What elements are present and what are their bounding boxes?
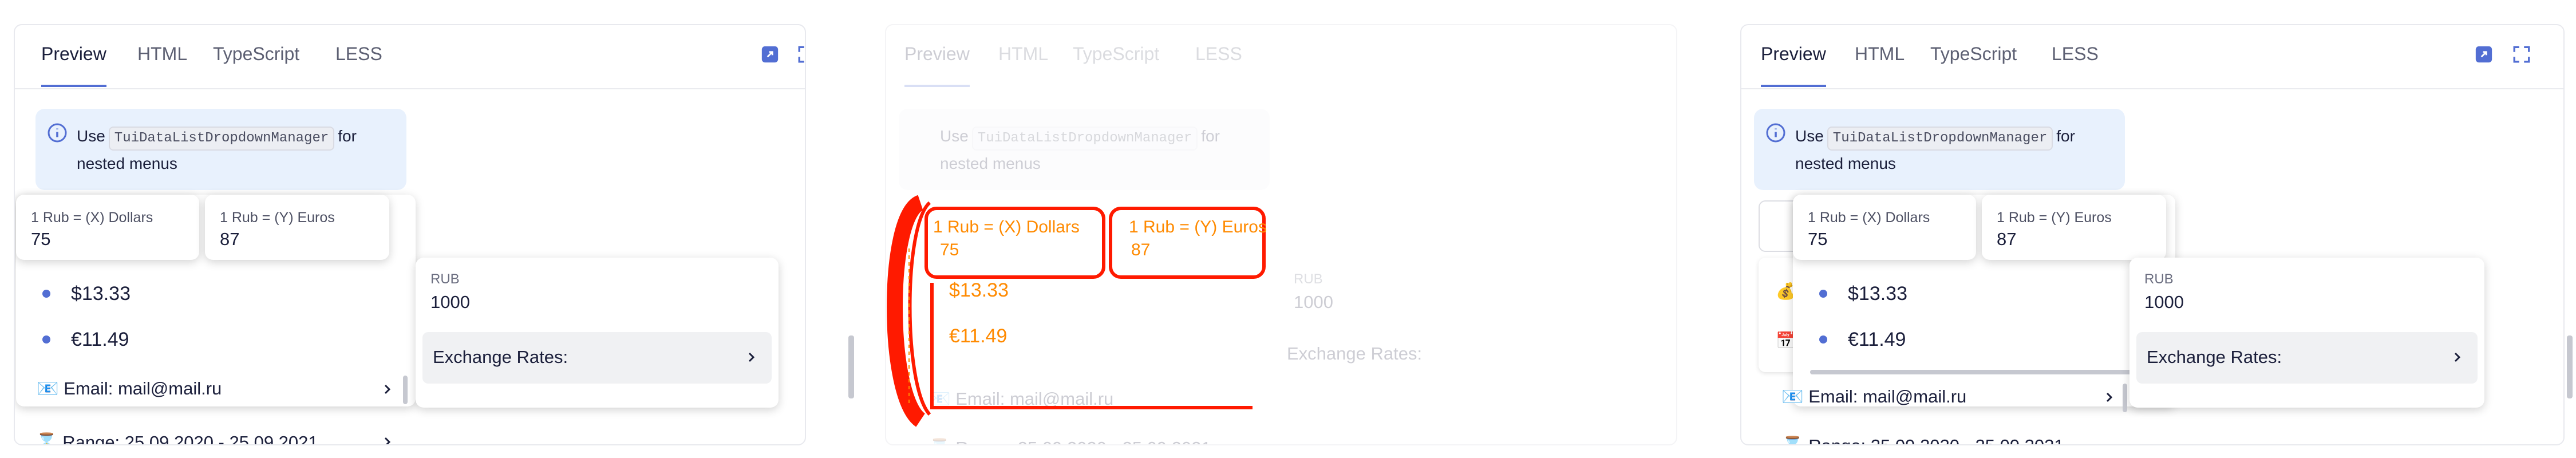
dollars-rate-field[interactable]: 1 Rub = (X) Dollars 75 xyxy=(16,195,199,260)
demo-panel-right: Preview HTML TypeScript LESS Use TuiDataL… xyxy=(1740,24,2565,445)
tab-html[interactable]: HTML xyxy=(137,44,187,89)
expand-icon[interactable] xyxy=(2512,45,2531,64)
tab-html[interactable]: HTML xyxy=(1855,44,1905,89)
demo-panel-middle: Preview HTML TypeScript LESS Use TuiDataL… xyxy=(885,24,1677,445)
info-icon xyxy=(1766,123,1785,143)
tab-typescript[interactable]: TypeScript xyxy=(213,44,299,89)
chevron-right-icon xyxy=(748,352,755,362)
horizontal-scrollbar[interactable] xyxy=(1810,370,2154,374)
option-dollars[interactable]: $13.33 xyxy=(1793,270,2175,316)
euros-rate-field[interactable]: 1 Rub = (Y) Euros 87 xyxy=(1982,195,2166,260)
scrollbar[interactable] xyxy=(403,376,408,404)
diff-dollars-value: 75 xyxy=(940,240,959,259)
chevron-right-icon xyxy=(2106,392,2113,402)
exchange-rates-item[interactable]: Exchange Rates: xyxy=(1287,344,1422,364)
expand-icon[interactable] xyxy=(797,45,805,64)
dropdown-menu: 1 Rub = (X) Dollars 75 1 Rub = (Y) Euros… xyxy=(1793,195,2175,406)
rub-field[interactable]: RUB 1000 xyxy=(1279,258,1631,322)
rub-field[interactable]: RUB 1000 xyxy=(2129,258,2484,322)
bullet-icon xyxy=(42,335,50,344)
chevron-right-icon xyxy=(384,384,391,394)
open-in-new-icon[interactable] xyxy=(2474,45,2494,64)
diff-dollars-label: 1 Rub = (X) Dollars xyxy=(933,218,1080,236)
page-scrollbar[interactable] xyxy=(848,335,854,398)
tab-html[interactable]: HTML xyxy=(998,44,1048,89)
tab-preview[interactable]: Preview xyxy=(41,44,106,89)
notice-code: TuiDataListDropdownManager xyxy=(1827,127,2053,151)
bullet-icon xyxy=(1819,335,1827,344)
notice-box: Use TuiDataListDropdownManager for nested … xyxy=(1754,109,2125,190)
tab-typescript[interactable]: TypeScript xyxy=(1073,44,1159,89)
tab-typescript[interactable]: TypeScript xyxy=(1930,44,2017,89)
tab-less[interactable]: LESS xyxy=(335,44,382,89)
diff-euros-label: 1 Rub = (Y) Euros xyxy=(1129,218,1267,236)
open-in-new-icon[interactable] xyxy=(760,45,780,64)
rub-field[interactable]: RUB 1000 xyxy=(416,258,779,322)
email-row[interactable]: 📧 Email: mail@mail.ru xyxy=(1781,386,1966,407)
bullet-icon xyxy=(1819,290,1827,298)
range-row[interactable]: ⌛ Range: 25.09.2020 - 25.09.2021 xyxy=(35,432,318,444)
exchange-rates-item[interactable]: Exchange Rates: xyxy=(422,332,772,384)
submenu: RUB 1000 Exchange Rates: xyxy=(2129,258,2484,408)
tab-less[interactable]: LESS xyxy=(2052,44,2099,89)
tab-less[interactable]: LESS xyxy=(1195,44,1242,89)
diff-euros-value: 87 xyxy=(1131,240,1151,259)
submenu: RUB 1000 Exchange Rates: xyxy=(416,258,779,408)
scrollbar[interactable] xyxy=(2123,384,2127,412)
notice-text-line2: nested menus xyxy=(77,155,177,172)
tab-bar: Preview HTML TypeScript LESS xyxy=(1741,25,2563,89)
notice-code: TuiDataListDropdownManager xyxy=(108,127,335,151)
tab-preview[interactable]: Preview xyxy=(1761,44,1826,89)
demo-panel-left: Preview HTML TypeScript LESS Use TuiDataL… xyxy=(14,24,806,445)
email-row[interactable]: 📧 Email: mail@mail.ru xyxy=(37,378,222,399)
chevron-right-icon xyxy=(384,437,391,444)
notice-box: Use TuiDataListDropdownManager for nested … xyxy=(899,109,1270,190)
diff-option-dollars: $13.33 xyxy=(949,279,1009,301)
option-dollars[interactable]: $13.33 xyxy=(16,270,416,316)
bullet-icon xyxy=(42,290,50,298)
option-euros[interactable]: €11.49 xyxy=(1793,316,2175,362)
dollars-rate-field[interactable]: 1 Rub = (X) Dollars 75 xyxy=(1793,195,1976,260)
notice-text-line2: nested menus xyxy=(1795,155,1896,172)
range-row[interactable]: ⌛ Range: 25.09.2020 - 25.09.2021 xyxy=(1781,435,2064,444)
exchange-rates-item[interactable]: Exchange Rates: xyxy=(2136,332,2478,384)
diff-option-euros: €11.49 xyxy=(949,325,1008,347)
tab-preview[interactable]: Preview xyxy=(904,44,970,89)
chevron-right-icon xyxy=(2454,352,2461,362)
tab-bar: Preview HTML TypeScript LESS xyxy=(15,25,805,89)
notice-text: Use TuiDataListDropdownManager for xyxy=(77,126,357,151)
option-euros[interactable]: €11.49 xyxy=(16,316,416,362)
info-icon xyxy=(48,123,67,143)
notice-box: Use TuiDataListDropdownManager for nested … xyxy=(35,109,406,190)
dropdown-menu: 1 Rub = (X) Dollars 75 1 Rub = (Y) Euros… xyxy=(16,195,416,406)
euros-rate-field[interactable]: 1 Rub = (Y) Euros 87 xyxy=(205,195,389,260)
page-scrollbar-right[interactable] xyxy=(2567,335,2573,398)
notice-text: Use TuiDataListDropdownManager for xyxy=(1795,126,2075,151)
